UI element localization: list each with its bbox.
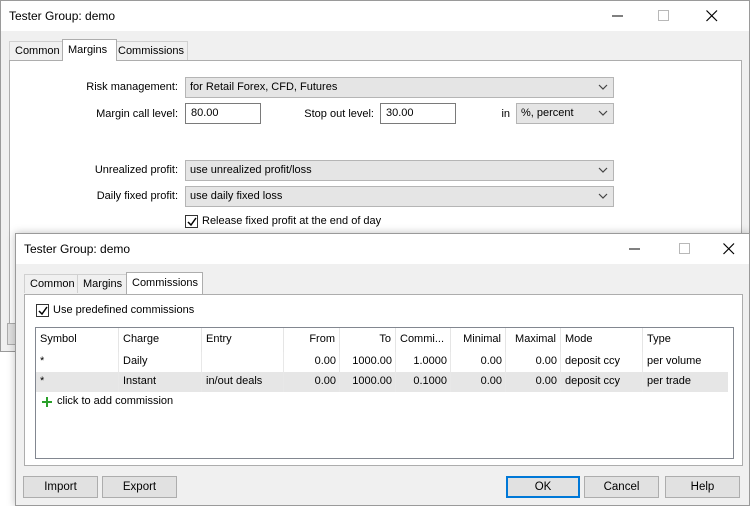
back-tab-common[interactable]: Common xyxy=(9,41,63,60)
daily-fixed-profit-label: Daily fixed profit: xyxy=(96,190,178,202)
cell-commission: 1.0000 xyxy=(396,352,451,372)
cancel-button[interactable]: Cancel xyxy=(584,476,659,498)
column-header-minimal[interactable]: Minimal xyxy=(451,328,506,352)
add-commission-row[interactable]: click to add commission xyxy=(36,392,728,412)
unrealized-profit-label: Unrealized profit: xyxy=(94,164,178,176)
unrealized-profit-select[interactable]: use unrealized profit/loss xyxy=(185,160,614,181)
column-header-to[interactable]: To xyxy=(340,328,396,352)
front-maximize-button[interactable] xyxy=(662,234,708,264)
use-predefined-box[interactable] xyxy=(36,304,49,317)
close-icon xyxy=(706,10,718,22)
risk-management-select[interactable]: for Retail Forex, CFD, Futures xyxy=(185,77,614,98)
daily-fixed-profit-value: use daily fixed loss xyxy=(190,190,283,202)
cell-maximal: 0.00 xyxy=(506,372,561,392)
cell-symbol: * xyxy=(36,372,119,392)
front-minimize-button[interactable] xyxy=(612,234,658,264)
column-header-mode[interactable]: Mode xyxy=(561,328,643,352)
back-tab-commissions[interactable]: Commissions xyxy=(112,41,188,60)
release-fixed-profit-box[interactable] xyxy=(185,215,198,228)
maximize-icon xyxy=(679,243,690,254)
cell-mode: deposit ccy xyxy=(561,352,643,372)
cell-from: 0.00 xyxy=(284,372,340,392)
release-fixed-profit-label: Release fixed profit at the end of day xyxy=(202,215,382,227)
cell-type: per volume xyxy=(647,355,702,367)
column-header-charge[interactable]: Charge xyxy=(119,328,202,352)
plus-icon xyxy=(42,397,52,407)
front-close-button[interactable] xyxy=(706,234,750,264)
cell-to: 1000.00 xyxy=(340,372,396,392)
front-tab-common[interactable]: Common xyxy=(24,274,78,293)
cell-entry xyxy=(202,352,284,372)
back-title-bar[interactable]: Tester Group: demo xyxy=(1,1,749,31)
close-icon xyxy=(723,243,735,255)
cell-commission: 0.1000 xyxy=(396,372,451,392)
column-header-from[interactable]: From xyxy=(284,328,340,352)
stop-out-label: Stop out level: xyxy=(304,108,374,120)
use-predefined-checkbox[interactable]: Use predefined commissions xyxy=(36,304,236,318)
daily-fixed-profit-select[interactable]: use daily fixed loss xyxy=(185,186,614,207)
table-row[interactable]: * Daily 0.00 1000.00 1.0000 0.00 0.00 de… xyxy=(36,352,728,372)
back-close-button[interactable] xyxy=(689,1,735,31)
export-button[interactable]: Export xyxy=(102,476,177,498)
cell-mode: deposit ccy xyxy=(561,372,643,392)
cell-charge: Daily xyxy=(119,352,202,372)
checkmark-icon xyxy=(38,306,48,316)
cell-minimal: 0.00 xyxy=(451,352,506,372)
cell-minimal: 0.00 xyxy=(451,372,506,392)
minimize-icon xyxy=(629,248,640,250)
column-header-commission[interactable]: Commi... xyxy=(396,328,451,352)
cell-from: 0.00 xyxy=(284,352,340,372)
release-fixed-profit-checkbox[interactable]: Release fixed profit at the end of day xyxy=(185,215,425,229)
front-title-bar[interactable]: Tester Group: demo xyxy=(16,234,749,264)
front-dialog: Tester Group: demo Common Margins Commis… xyxy=(15,233,750,506)
back-maximize-button[interactable] xyxy=(641,1,687,31)
help-button[interactable]: Help xyxy=(665,476,740,498)
column-header-entry[interactable]: Entry xyxy=(202,328,284,352)
margin-call-input[interactable]: 80.00 xyxy=(185,103,261,124)
back-minimize-button[interactable] xyxy=(595,1,641,31)
use-predefined-label: Use predefined commissions xyxy=(53,304,195,316)
column-header-symbol[interactable]: Symbol xyxy=(36,328,119,352)
column-header-maximal[interactable]: Maximal xyxy=(506,328,561,352)
checkmark-icon xyxy=(187,217,197,227)
front-tab-commissions[interactable]: Commissions xyxy=(126,272,203,294)
margin-unit-value: %, percent xyxy=(521,107,574,119)
margin-unit-select[interactable]: %, percent xyxy=(516,103,614,124)
chevron-down-icon xyxy=(598,193,608,199)
ok-button[interactable]: OK xyxy=(506,476,580,498)
import-button[interactable]: Import xyxy=(23,476,98,498)
chevron-down-icon xyxy=(598,84,608,90)
cell-type: per trade xyxy=(647,375,692,387)
maximize-icon xyxy=(658,10,669,21)
in-label: in xyxy=(501,108,510,120)
table-row[interactable]: * Instant in/out deals 0.00 1000.00 0.10… xyxy=(36,372,728,392)
table-header: Symbol Charge Entry From To Commi... Min… xyxy=(36,328,728,352)
risk-management-label: Risk management: xyxy=(86,81,178,93)
commissions-panel: Use predefined commissions Symbol Charge… xyxy=(24,294,743,466)
cell-maximal: 0.00 xyxy=(506,352,561,372)
column-header-type[interactable]: Type xyxy=(643,328,728,352)
back-tab-margins[interactable]: Margins xyxy=(62,39,117,61)
cell-entry: in/out deals xyxy=(202,372,284,392)
unrealized-profit-value: use unrealized profit/loss xyxy=(190,164,312,176)
commissions-table[interactable]: Symbol Charge Entry From To Commi... Min… xyxy=(35,327,734,459)
margin-call-label: Margin call level: xyxy=(96,108,178,120)
chevron-down-icon xyxy=(598,167,608,173)
front-tab-margins[interactable]: Margins xyxy=(77,274,127,293)
front-window-title: Tester Group: demo xyxy=(24,242,131,256)
risk-management-value: for Retail Forex, CFD, Futures xyxy=(190,81,338,93)
cell-charge: Instant xyxy=(119,372,202,392)
minimize-icon xyxy=(612,15,623,17)
chevron-down-icon xyxy=(598,110,608,116)
cell-symbol: * xyxy=(36,352,119,372)
add-commission-label: click to add commission xyxy=(57,395,174,407)
cell-to: 1000.00 xyxy=(340,352,396,372)
stop-out-input[interactable]: 30.00 xyxy=(380,103,456,124)
back-window-title: Tester Group: demo xyxy=(9,9,116,23)
